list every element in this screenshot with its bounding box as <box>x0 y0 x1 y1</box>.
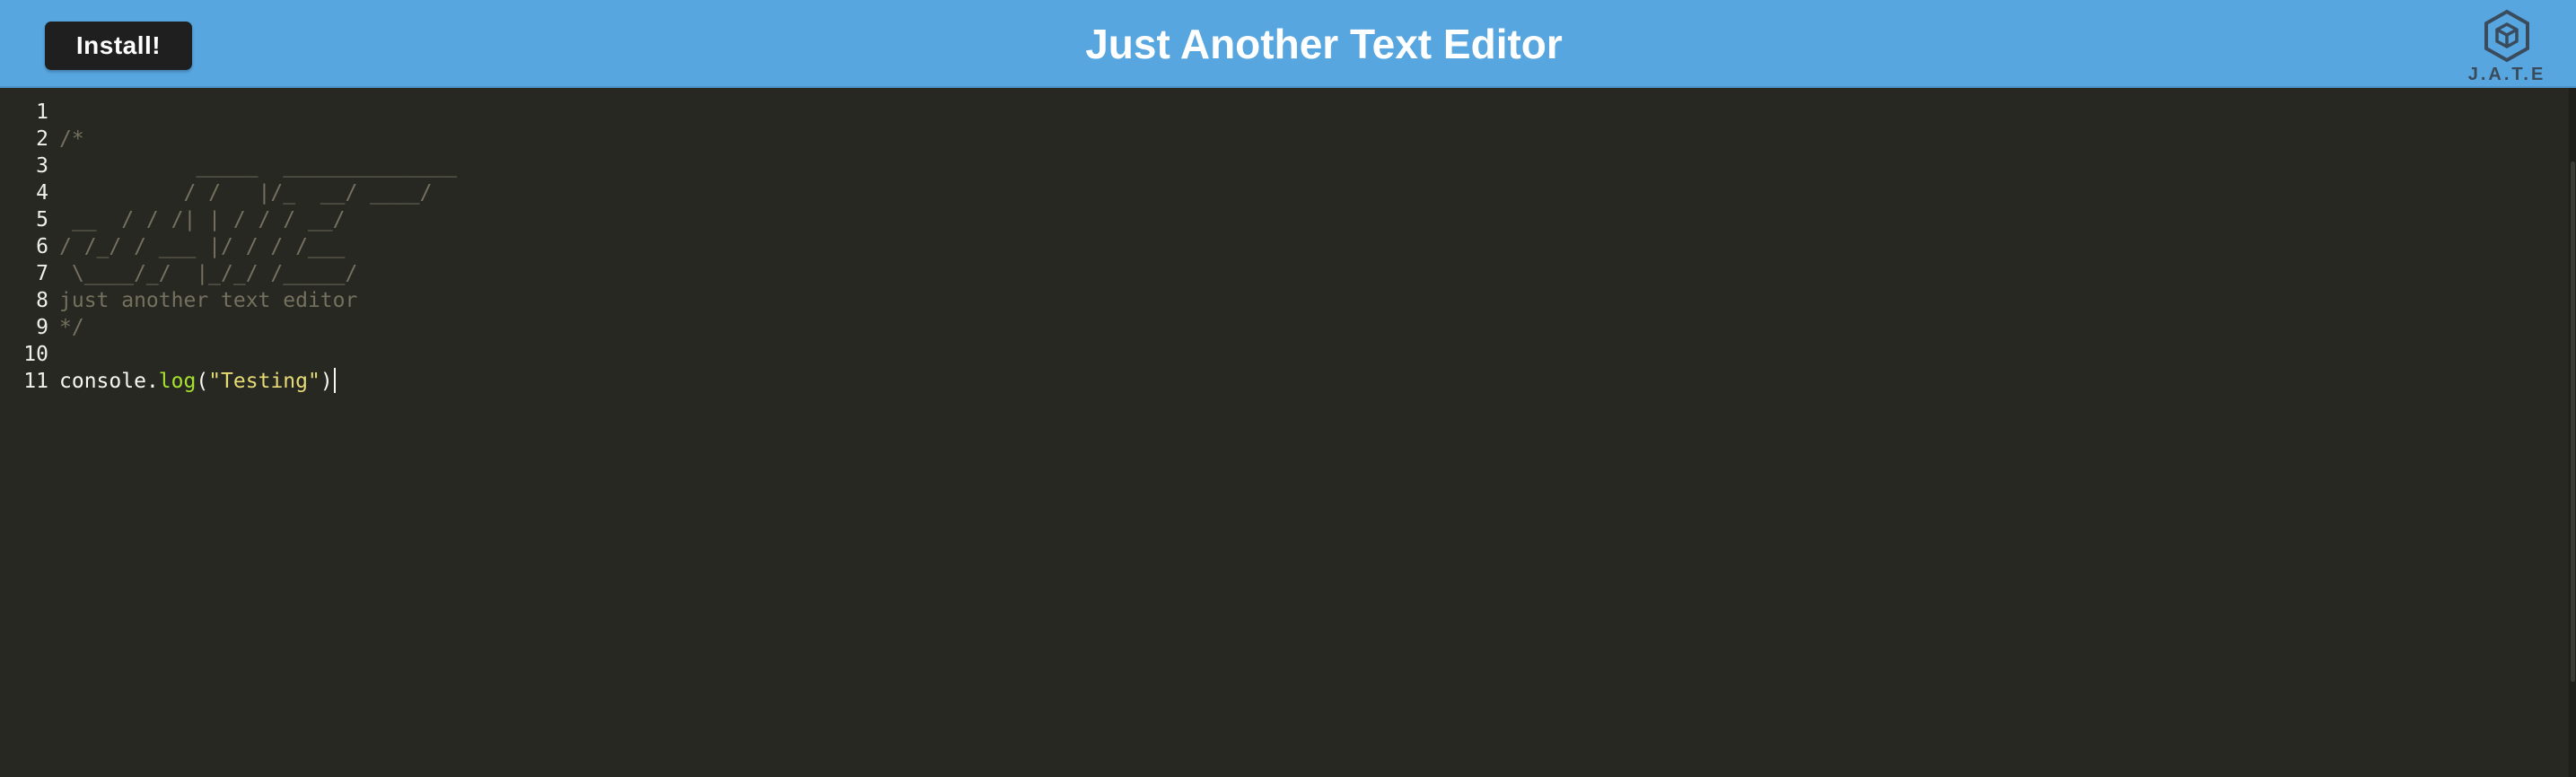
app-window: Install! Just Another Text Editor J.A.T.… <box>0 0 2576 777</box>
line-text: */ <box>59 316 84 339</box>
text-cursor <box>333 368 336 393</box>
line-number: 1 <box>36 100 48 124</box>
line-number: 9 <box>36 316 48 339</box>
app-header: Install! Just Another Text Editor J.A.T.… <box>0 0 2576 88</box>
jate-logo: J.A.T.E <box>2458 9 2556 84</box>
code-editor[interactable]: 1 2 /* 3 _____ ______________ 4 / / |/_ … <box>0 88 2576 777</box>
scrollbar-thumb[interactable] <box>2571 162 2575 682</box>
line-number: 4 <box>36 181 48 205</box>
line-number: 8 <box>36 289 48 312</box>
code-token-open-paren: ( <box>196 370 209 393</box>
line-number: 10 <box>23 343 48 366</box>
code-token-string: "Testing" <box>208 370 320 393</box>
logo-text: J.A.T.E <box>2467 65 2546 84</box>
line-text: /* <box>59 127 84 151</box>
line-text: __ / / /| | / / / __/ <box>59 208 346 231</box>
editor-line[interactable]: 5 __ / / /| | / / / __/ <box>0 206 2567 233</box>
editor-line[interactable]: 1 <box>0 99 2567 126</box>
line-text: _____ ______________ <box>59 154 458 178</box>
editor-line[interactable]: 3 _____ ______________ <box>0 153 2567 179</box>
line-text: \____/_/ |_/_/ /_____/ <box>59 262 358 285</box>
line-number: 11 <box>23 370 48 393</box>
editor-line[interactable]: 6 / /_/ / ___ |/ / / /___ <box>0 233 2567 260</box>
line-text: just another text editor <box>59 289 358 312</box>
line-number: 2 <box>36 127 48 151</box>
editor-line-active[interactable]: 11 console.log("Testing") <box>0 368 2567 395</box>
editor-line[interactable]: 10 <box>0 341 2567 368</box>
code-token-object: console <box>59 370 146 393</box>
line-number: 3 <box>36 154 48 178</box>
editor-line[interactable]: 7 \____/_/ |_/_/ /_____/ <box>0 260 2567 287</box>
line-text: / / |/_ __/ ____/ <box>59 181 433 205</box>
line-text: console.log("Testing") <box>59 368 336 395</box>
code-token-dot: . <box>145 370 159 393</box>
editor-line[interactable]: 9 */ <box>0 314 2567 341</box>
editor-line[interactable]: 2 /* <box>0 126 2567 153</box>
editor-line[interactable]: 4 / / |/_ __/ ____/ <box>0 179 2567 206</box>
code-token-method: log <box>158 370 197 393</box>
code-token-close-paren: ) <box>320 370 333 393</box>
line-number: 6 <box>36 235 48 258</box>
page-title: Just Another Text Editor <box>1085 21 1563 67</box>
line-number: 5 <box>36 208 48 231</box>
line-number: 7 <box>36 262 48 285</box>
line-text: / /_/ / ___ |/ / / /___ <box>59 235 346 258</box>
hexagon-cube-icon <box>2484 9 2529 63</box>
editor-line[interactable]: 8 just another text editor <box>0 287 2567 314</box>
